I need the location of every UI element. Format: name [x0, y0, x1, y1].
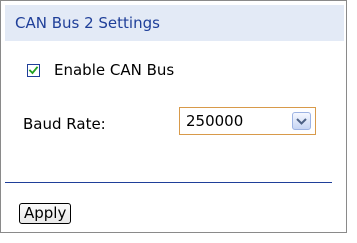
- apply-button[interactable]: Apply: [19, 203, 72, 224]
- panel-header: CAN Bus 2 Settings: [5, 5, 344, 41]
- dropdown-button[interactable]: [292, 112, 311, 130]
- chevron-down-icon: [296, 117, 307, 125]
- divider: [5, 182, 332, 183]
- enable-can-bus-checkbox[interactable]: [27, 63, 40, 77]
- enable-can-bus-row[interactable]: Enable CAN Bus: [27, 61, 174, 79]
- enable-can-bus-label[interactable]: Enable CAN Bus: [54, 61, 174, 79]
- checkmark-icon: [28, 65, 39, 74]
- baud-rate-value: 250000: [186, 112, 244, 130]
- panel-title: CAN Bus 2 Settings: [15, 14, 160, 32]
- baud-rate-select[interactable]: 250000: [179, 107, 316, 135]
- can-bus-settings-panel: CAN Bus 2 Settings Enable CAN Bus Baud R…: [0, 0, 347, 233]
- baud-rate-label: Baud Rate:: [23, 115, 106, 133]
